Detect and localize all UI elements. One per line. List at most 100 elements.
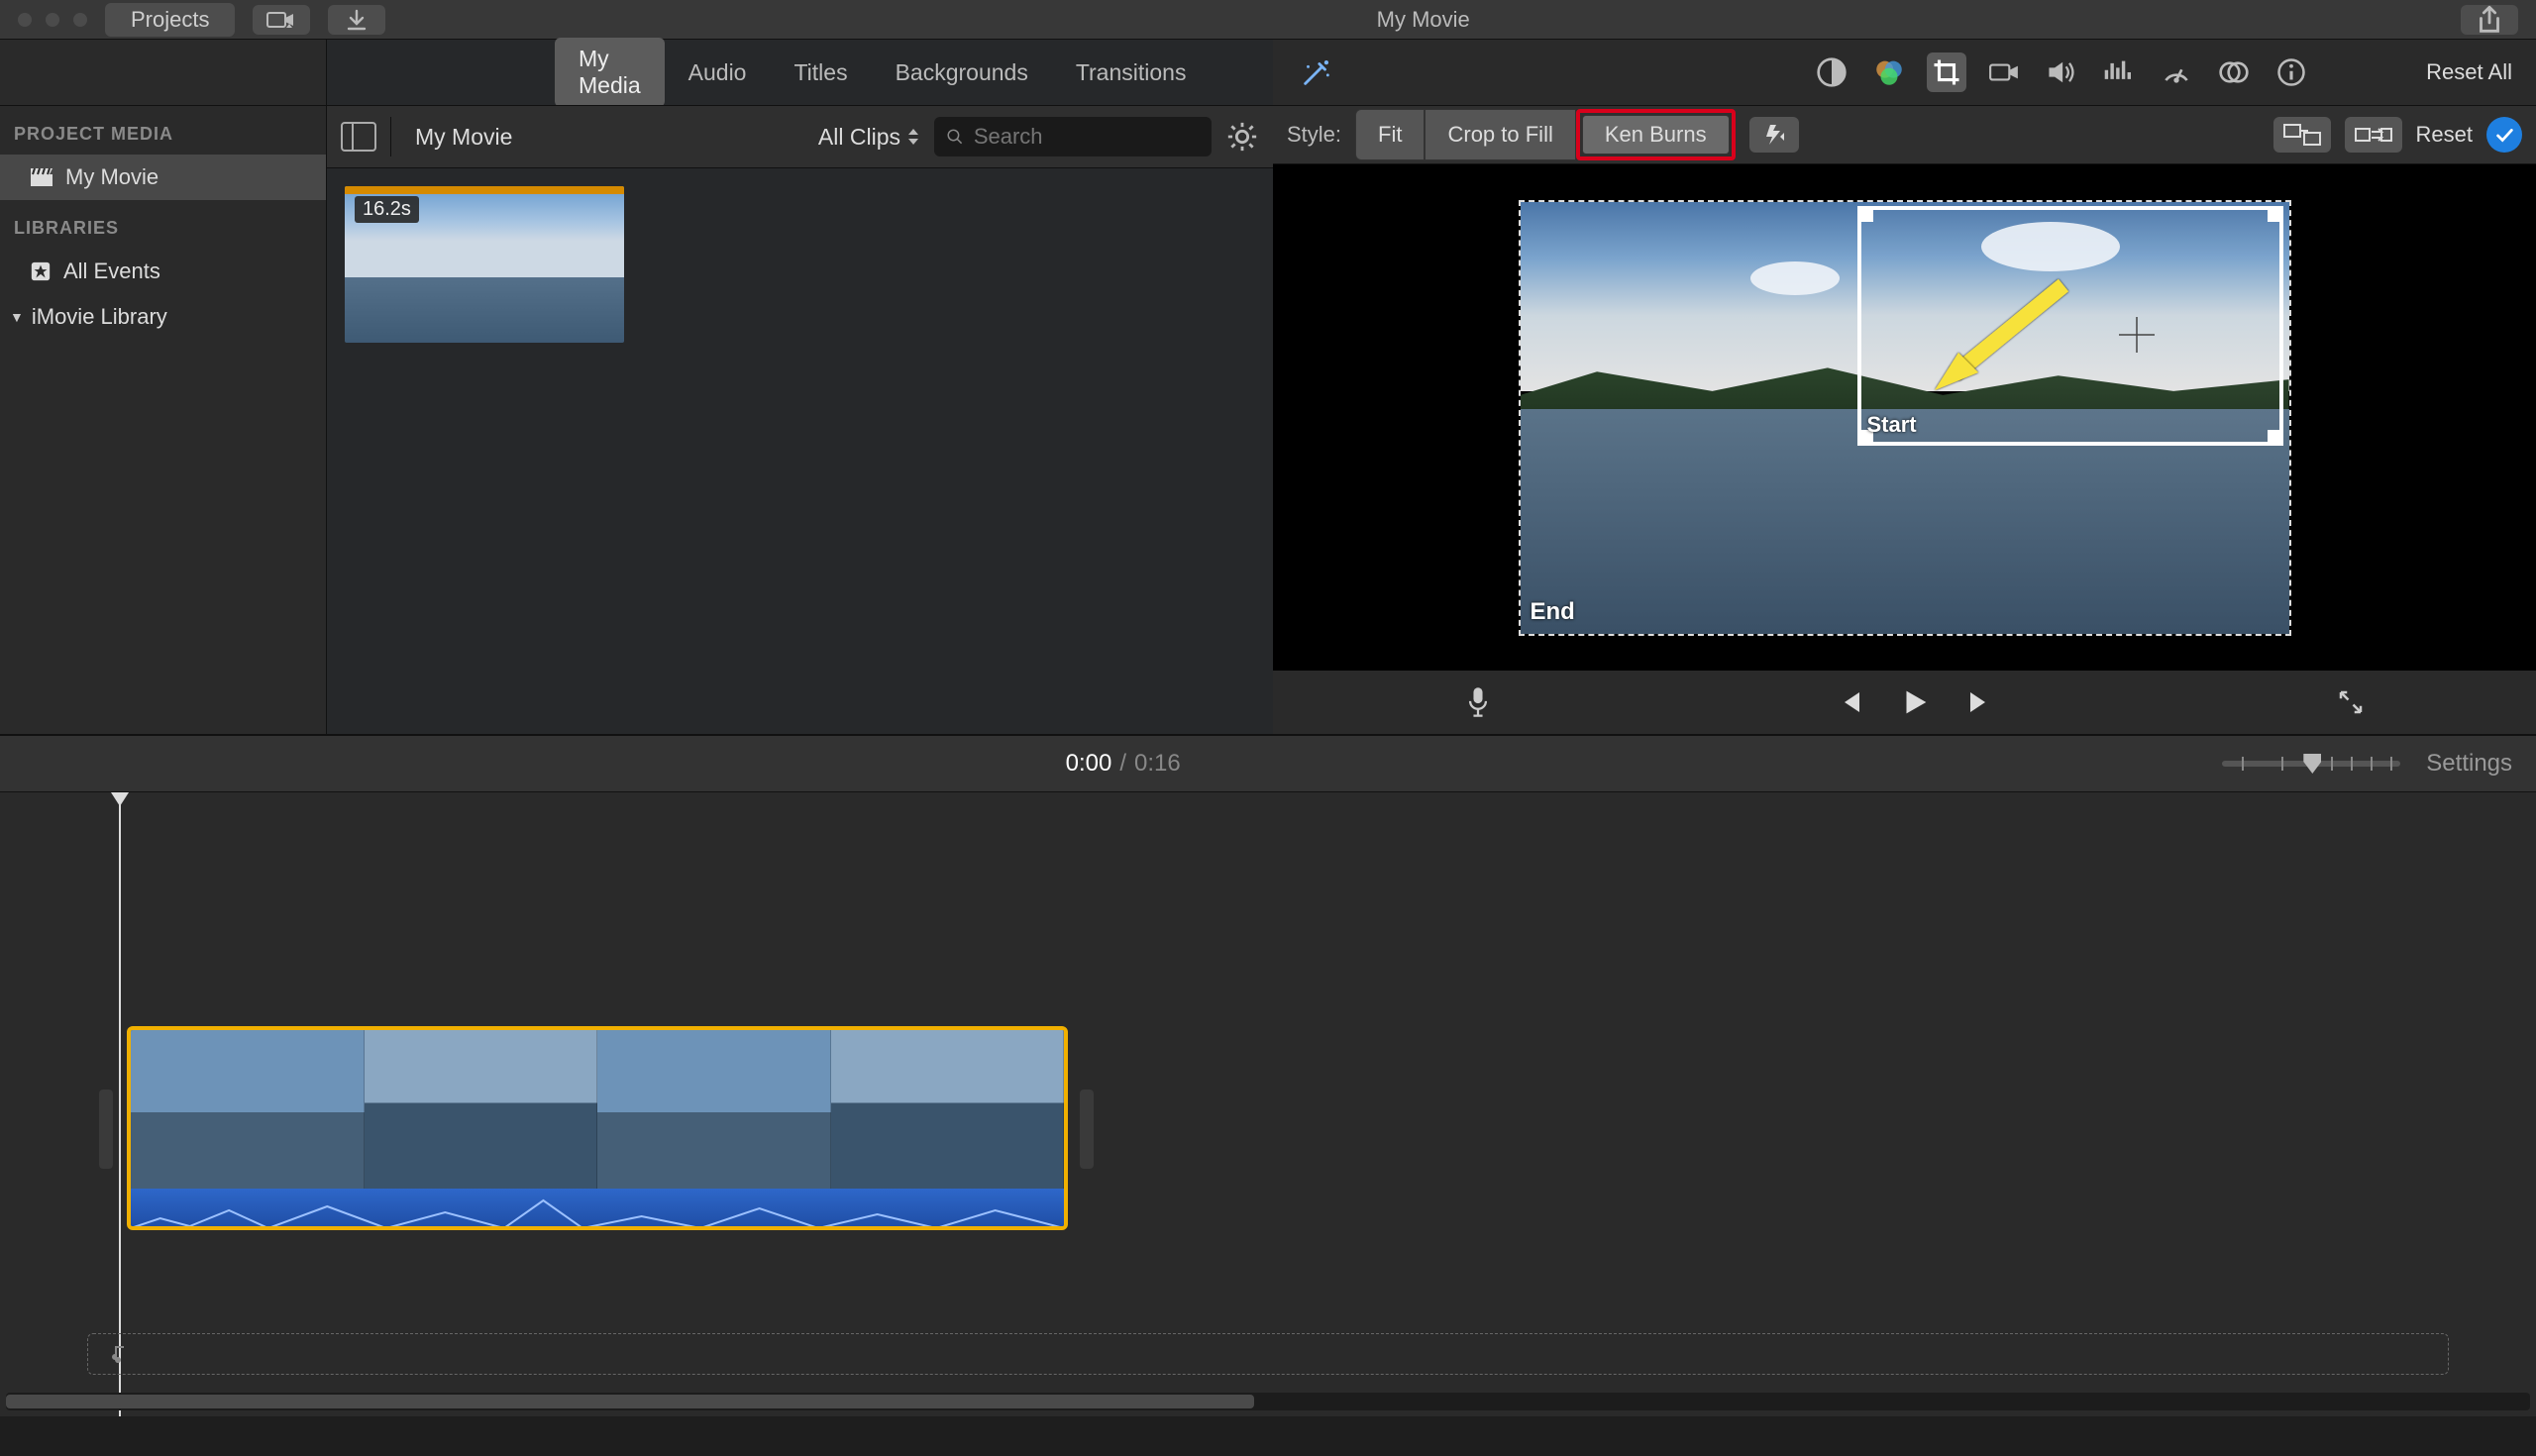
end-frame-label: End <box>1531 598 1575 626</box>
share-icon <box>2473 3 2506 37</box>
ken-burns-highlight: Ken Burns <box>1576 109 1736 160</box>
media-import-icon[interactable] <box>253 5 310 35</box>
close-window-icon[interactable] <box>18 13 32 27</box>
timeline-scrollbar[interactable] <box>6 1393 2530 1410</box>
titlebar-left: Projects <box>18 3 385 37</box>
speed-icon[interactable] <box>2157 52 2196 92</box>
tab-audio[interactable]: Audio <box>665 52 771 94</box>
window-titlebar: Projects My Movie <box>0 0 2536 40</box>
transport-bar <box>1273 671 2536 734</box>
clip-thumbnail[interactable]: 16.2s <box>345 186 624 343</box>
project-media-header: PROJECT MEDIA <box>0 106 326 155</box>
crop-icon[interactable] <box>1927 52 1966 92</box>
sidebar-item-label: All Events <box>63 259 160 284</box>
ken-burns-end-frame[interactable]: End Start <box>1519 200 2291 636</box>
enhance-magic-icon[interactable] <box>1297 52 1336 92</box>
play-button[interactable] <box>1896 683 1934 721</box>
volume-icon[interactable] <box>2042 52 2081 92</box>
share-button[interactable] <box>2461 5 2518 35</box>
tab-titles[interactable]: Titles <box>770 52 871 94</box>
timeline-clip[interactable] <box>127 1026 1068 1230</box>
prev-frame-button[interactable] <box>1831 683 1868 721</box>
crosshair-icon <box>2115 313 2159 357</box>
minimize-window-icon[interactable] <box>46 13 59 27</box>
scrollbar-thumb[interactable] <box>6 1395 1254 1408</box>
direction-arrow-icon <box>1915 275 2073 394</box>
stabilization-icon[interactable] <box>1984 52 2024 92</box>
time-current: 0:00 <box>1066 750 1112 778</box>
disclosure-icon[interactable]: ▼ <box>10 309 24 325</box>
clip-used-indicator <box>345 186 624 194</box>
clip-duration-badge: 16.2s <box>355 196 419 223</box>
ken-burns-button[interactable]: Ken Burns <box>1582 115 1730 155</box>
noise-equalizer-icon[interactable] <box>2099 52 2139 92</box>
viewer-pane: Reset All Style: Fit Crop to Fill Ken Bu… <box>1273 40 2536 734</box>
import-download-icon[interactable] <box>328 5 385 35</box>
clip-trim-handle-left[interactable] <box>99 1090 113 1169</box>
next-frame-button[interactable] <box>1961 683 1999 721</box>
start-frame-label: Start <box>1867 412 1917 438</box>
tab-backgrounds[interactable]: Backgrounds <box>872 52 1052 94</box>
zoom-slider-knob[interactable] <box>2303 754 2321 774</box>
apply-button[interactable] <box>2486 117 2522 153</box>
search-icon <box>946 127 964 147</box>
sidebar-item-label: iMovie Library <box>32 304 167 330</box>
window-traffic-lights[interactable] <box>18 13 87 27</box>
time-total: 0:16 <box>1134 750 1181 778</box>
info-icon[interactable] <box>2272 52 2311 92</box>
sidebar: PROJECT MEDIA My Movie LIBRARIES All Eve… <box>0 40 327 734</box>
auto-ken-burns-icon[interactable] <box>1749 117 1799 153</box>
timeline[interactable] <box>0 792 2536 1416</box>
browser-settings-button[interactable] <box>1225 120 1259 154</box>
reset-button[interactable]: Reset <box>2416 122 2473 148</box>
sidebar-item-all-events[interactable]: All Events <box>0 249 326 294</box>
clip-audio-waveform <box>131 1189 1064 1230</box>
fit-button[interactable]: Fit <box>1355 109 1425 160</box>
crop-style-segment: Fit Crop to Fill Ken Burns <box>1355 109 1736 160</box>
reset-all-button[interactable]: Reset All <box>2426 59 2512 85</box>
viewer-canvas[interactable]: End Start <box>1273 164 2536 671</box>
color-balance-icon[interactable] <box>1812 52 1851 92</box>
libraries-header: LIBRARIES <box>0 200 326 249</box>
timeline-zoom-slider[interactable] <box>2222 761 2400 767</box>
style-label: Style: <box>1287 122 1341 148</box>
clips-area[interactable]: 16.2s <box>327 168 1273 734</box>
sidebar-item-imovie-library[interactable]: ▼ iMovie Library <box>0 294 326 340</box>
crop-options-bar: Style: Fit Crop to Fill Ken Burns Reset <box>1273 105 2536 164</box>
color-correction-icon[interactable] <box>1869 52 1909 92</box>
music-note-icon <box>106 1342 130 1366</box>
clips-filter-dropdown[interactable]: All Clips <box>818 124 920 151</box>
timeline-settings-button[interactable]: Settings <box>2426 750 2512 778</box>
audio-track[interactable] <box>87 1333 2449 1375</box>
toggle-sidebar-icon[interactable] <box>341 122 376 152</box>
sidebar-item-label: My Movie <box>65 164 158 190</box>
browser-toolbar: My Movie All Clips <box>327 105 1273 168</box>
tab-transitions[interactable]: Transitions <box>1052 52 1211 94</box>
clip-filmstrip <box>131 1030 1064 1189</box>
swap-direction-icon[interactable] <box>2345 117 2402 153</box>
check-icon <box>2493 124 2515 146</box>
projects-button[interactable]: Projects <box>105 3 235 37</box>
tab-my-media[interactable]: My Media <box>555 38 665 107</box>
sidebar-item-my-movie[interactable]: My Movie <box>0 155 326 200</box>
ken-burns-start-frame[interactable]: Start <box>1857 206 2283 446</box>
clip-filter-icon[interactable] <box>2214 52 2254 92</box>
crop-to-fill-button[interactable]: Crop to Fill <box>1425 109 1575 160</box>
fullscreen-icon[interactable] <box>2332 683 2370 721</box>
browser-tabs: My Media Audio Titles Backgrounds Transi… <box>327 40 1273 105</box>
gear-icon <box>1225 120 1259 154</box>
zoom-window-icon[interactable] <box>73 13 87 27</box>
playhead[interactable] <box>119 792 121 1416</box>
search-field[interactable] <box>934 117 1212 156</box>
time-bar: 0:00 / 0:16 Settings <box>0 735 2536 792</box>
browser-pane: My Media Audio Titles Backgrounds Transi… <box>327 40 1273 734</box>
swap-start-end-icon[interactable] <box>2273 117 2331 153</box>
voiceover-mic-icon[interactable] <box>1459 683 1497 721</box>
sort-arrows-icon <box>906 127 920 147</box>
titlebar-right <box>2461 5 2518 35</box>
viewer-toolbar: Reset All <box>1273 40 2536 105</box>
clapper-icon <box>30 167 53 187</box>
search-input[interactable] <box>974 124 1200 150</box>
clip-trim-handle-right[interactable] <box>1080 1090 1094 1169</box>
time-separator: / <box>1119 750 1126 778</box>
